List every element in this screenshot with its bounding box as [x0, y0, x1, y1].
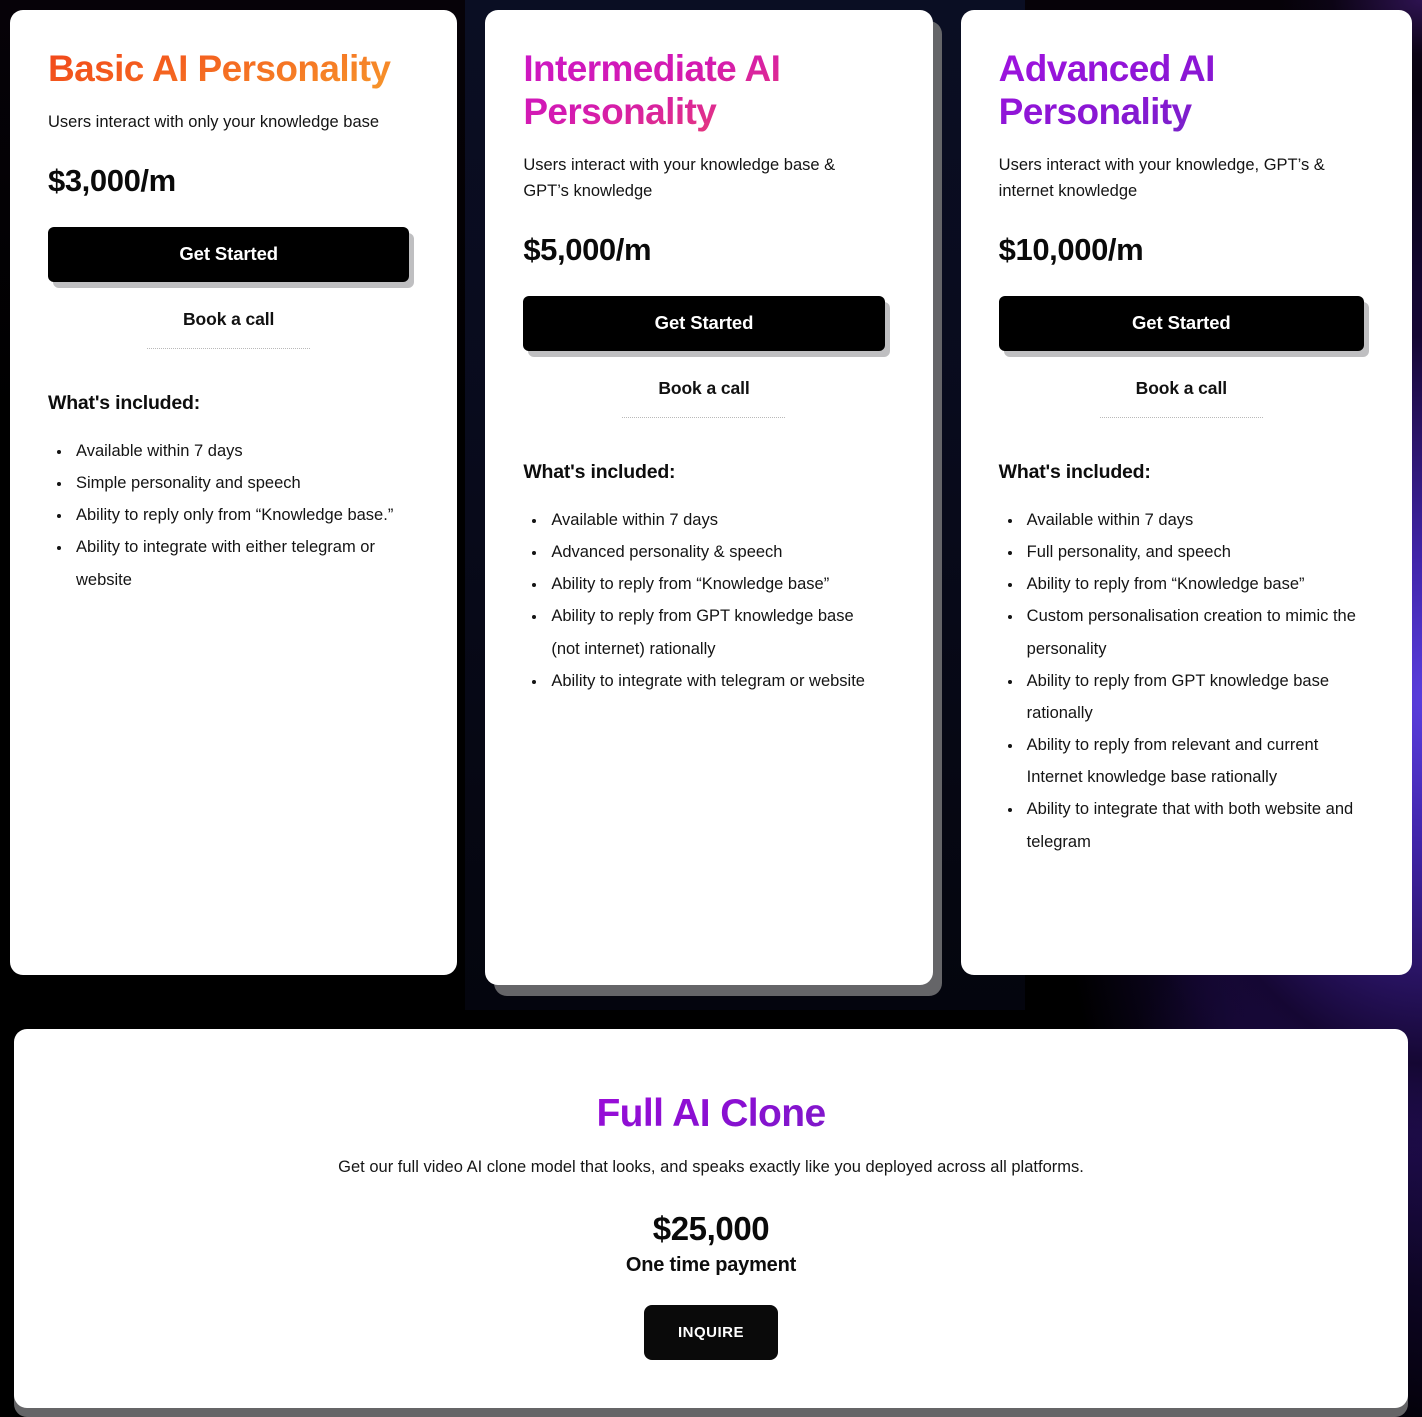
feature-list-intermediate: Available within 7 days Advanced persona… — [523, 504, 884, 697]
clone-price: $25,000 — [652, 1209, 770, 1247]
book-a-call-divider-advanced — [1099, 416, 1263, 418]
plan-subtitle-intermediate: Users interact with your knowledge base … — [523, 155, 836, 200]
feature-list-basic: Available within 7 days Simple personali… — [48, 435, 409, 596]
book-a-call-wrap-basic: Book a call — [48, 309, 409, 349]
list-item: Available within 7 days — [72, 435, 409, 467]
list-item: Ability to reply from GPT knowledge base… — [547, 600, 884, 664]
list-item: Advanced personality & speech — [547, 536, 884, 568]
pricing-card-basic: Basic AI Personality Users interact with… — [10, 10, 458, 975]
list-item: Ability to integrate with telegram or we… — [547, 665, 884, 697]
inquire-button[interactable]: INQUIRE — [643, 1304, 778, 1360]
book-a-call-link-intermediate[interactable]: Book a call — [658, 378, 749, 399]
plan-title-advanced: Advanced AI Personality — [999, 48, 1364, 134]
included-heading-intermediate: What's included: — [523, 460, 676, 483]
book-a-call-link-advanced[interactable]: Book a call — [1136, 378, 1227, 399]
full-ai-clone-panel: Full AI Clone Get our full video AI clon… — [14, 1029, 1408, 1408]
pricing-cards-row: Basic AI Personality Users interact with… — [10, 10, 1412, 985]
list-item: Full personality, and speech — [1023, 536, 1364, 568]
list-item: Available within 7 days — [1023, 504, 1364, 536]
pricing-page: Basic AI Personality Users interact with… — [0, 0, 1422, 1417]
pricing-card-advanced: Advanced AI Personality Users interact w… — [960, 10, 1412, 975]
list-item: Ability to integrate with either telegra… — [72, 531, 409, 595]
plan-price-advanced: $10,000/m — [998, 231, 1144, 267]
list-item: Ability to reply from “Knowledge base” — [1023, 568, 1364, 600]
list-item: Custom personalisation creation to mimic… — [1023, 600, 1364, 664]
included-heading-advanced: What's included: — [998, 460, 1151, 483]
book-a-call-divider-basic — [147, 347, 311, 349]
list-item: Ability to reply only from “Knowledge ba… — [72, 499, 409, 531]
book-a-call-wrap-advanced: Book a call — [999, 378, 1364, 418]
plan-price-basic: $3,000/m — [48, 162, 176, 198]
get-started-button-basic[interactable]: Get Started — [48, 226, 410, 282]
plan-title-intermediate: Intermediate AI Personality — [523, 48, 884, 134]
feature-list-advanced: Available within 7 days Full personality… — [999, 504, 1364, 858]
list-item: Available within 7 days — [547, 504, 884, 536]
plan-title-basic: Basic AI Personality — [48, 48, 409, 91]
list-item: Ability to reply from relevant and curre… — [1023, 729, 1364, 793]
list-item: Ability to reply from “Knowledge base” — [547, 568, 884, 600]
included-heading-basic: What's included: — [48, 391, 201, 414]
get-started-button-intermediate[interactable]: Get Started — [523, 295, 885, 351]
clone-payment-note: One time payment — [625, 1253, 797, 1276]
plan-subtitle-basic: Users interact with only your knowledge … — [48, 112, 380, 131]
book-a-call-wrap-intermediate: Book a call — [523, 378, 884, 418]
list-item: Simple personality and speech — [72, 467, 409, 499]
clone-title: Full AI Clone — [596, 1092, 826, 1135]
book-a-call-divider-intermediate — [622, 416, 786, 418]
book-a-call-link-basic[interactable]: Book a call — [183, 309, 274, 330]
list-item: Ability to integrate that with both webs… — [1023, 793, 1364, 857]
plan-price-intermediate: $5,000/m — [523, 231, 652, 267]
get-started-button-advanced[interactable]: Get Started — [998, 295, 1364, 351]
plan-subtitle-advanced: Users interact with your knowledge, GPT’… — [998, 155, 1325, 200]
clone-description: Get our full video AI clone model that l… — [338, 1158, 1084, 1176]
list-item: Ability to reply from GPT knowledge base… — [1023, 665, 1364, 729]
pricing-card-intermediate: Intermediate AI Personality Users intera… — [485, 10, 933, 985]
